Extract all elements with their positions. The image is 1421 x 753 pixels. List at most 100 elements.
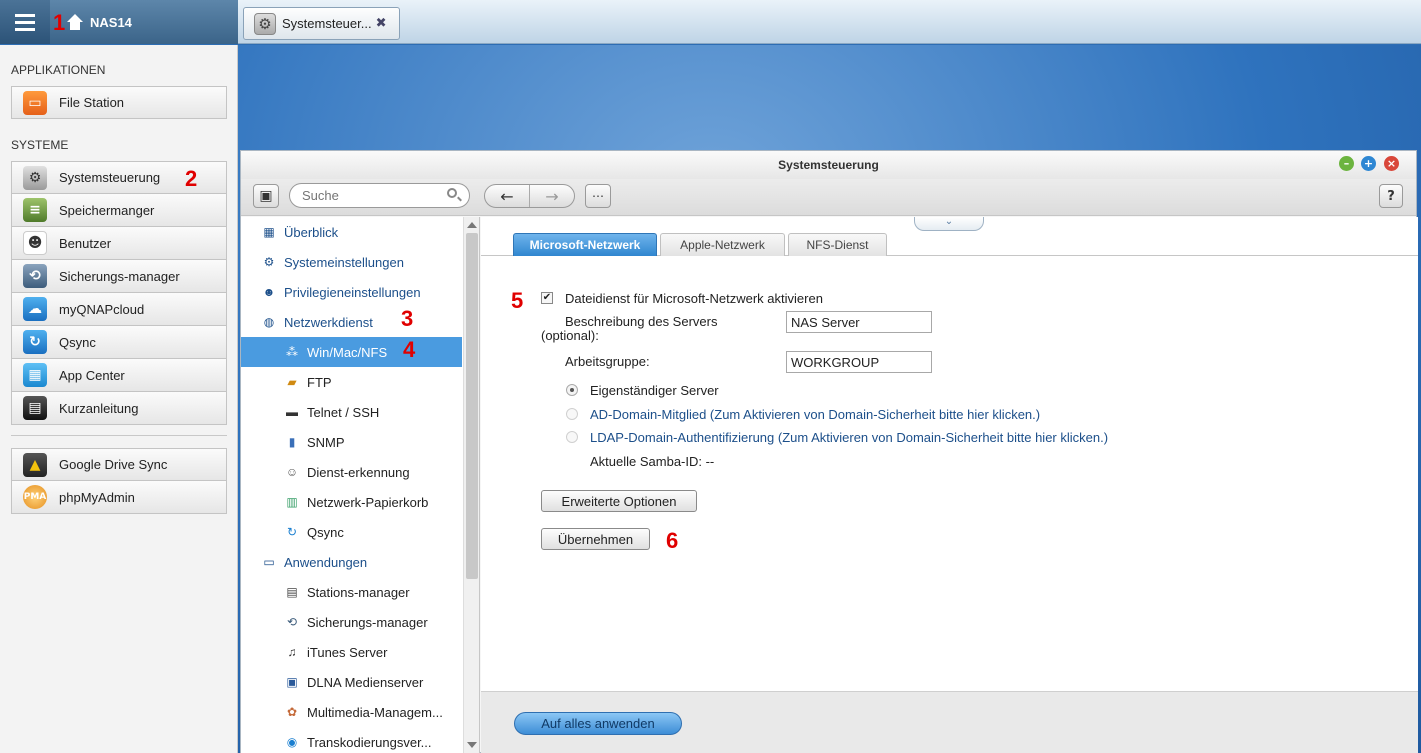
- window-toolbar: ▣ ← → ⋯ ?: [241, 179, 1416, 216]
- tree-item-label: Privilegieneinstellungen: [284, 284, 421, 300]
- tree-item-dienst-erkennung[interactable]: ☺ Dienst-erkennung: [241, 457, 462, 487]
- app-label: App Center: [59, 367, 125, 383]
- tree-item-itunes-server[interactable]: ♫ iTunes Server: [241, 637, 462, 667]
- app-button-app-center[interactable]: ▦ App Center: [11, 359, 227, 392]
- app-label: Systemsteuerung: [59, 170, 161, 185]
- robot-icon: ☺: [285, 465, 299, 479]
- apps-icon: ▭: [263, 555, 275, 569]
- tree-item-netzwerkdienst[interactable]: ◍ Netzwerkdienst: [241, 307, 462, 337]
- tab-apple-netzwerk[interactable]: Apple-Netzwerk: [660, 233, 785, 256]
- tab-bar: Microsoft-Netzwerk Apple-Netzwerk NFS-Di…: [481, 233, 1418, 256]
- section-title-systems: SYSTEME: [11, 138, 69, 152]
- chart-icon: ▮: [288, 435, 296, 449]
- tree-item-ftp[interactable]: ▰ FTP: [241, 367, 462, 397]
- station-icon: ▤: [286, 585, 298, 599]
- app-button-phpmyadmin[interactable]: PMA phpMyAdmin: [11, 481, 227, 514]
- back-arrow-icon[interactable]: ←: [485, 185, 529, 207]
- tree-item-label: Überblick: [284, 224, 339, 240]
- apps-grid-icon[interactable]: ⋯: [585, 184, 611, 208]
- scroll-thumb[interactable]: [466, 233, 478, 579]
- forward-arrow-icon[interactable]: →: [529, 185, 574, 207]
- tree-item-telnet-ssh[interactable]: ▬ Telnet / SSH: [241, 397, 462, 427]
- tree-item-label: Netzwerk-Papierkorb: [307, 494, 429, 510]
- app-label: Benutzer: [59, 235, 112, 251]
- main-menu-button[interactable]: [0, 0, 50, 44]
- sidebar-toggle-icon[interactable]: ▣: [253, 184, 279, 208]
- home-area[interactable]: NAS14: [50, 0, 238, 44]
- maximize-icon[interactable]: +: [1361, 156, 1376, 171]
- ad-domain-link[interactable]: AD-Domain-Mitglied (Zum Aktivieren von D…: [590, 407, 1040, 422]
- tree-item-label: Netzwerkdienst: [284, 314, 373, 330]
- tree-item-win-mac-nfs[interactable]: ⁂ Win/Mac/NFS: [241, 337, 462, 367]
- app-label: Sicherungs-manager: [59, 268, 180, 284]
- search-icon[interactable]: [447, 188, 457, 198]
- minimize-icon[interactable]: –: [1339, 156, 1354, 171]
- drive-icon: ▲: [23, 452, 47, 477]
- tree-item-label: Win/Mac/NFS: [307, 344, 388, 360]
- home-icon[interactable]: [66, 14, 84, 30]
- radio-standalone-server[interactable]: [566, 384, 578, 396]
- chevron-down-icon[interactable]: ⌄: [914, 217, 984, 231]
- tree-item-sicherungs-manager[interactable]: ⟲ Sicherungs-manager: [241, 607, 462, 637]
- tree-item-snmp[interactable]: ▮ SNMP: [241, 427, 462, 457]
- app-button-benutzer[interactable]: ☻ Benutzer: [11, 227, 227, 260]
- tree-scrollbar[interactable]: [463, 217, 479, 753]
- tree-item-systemeinstellungen[interactable]: ⚙ Systemeinstellungen: [241, 247, 462, 277]
- apply-button[interactable]: Übernehmen: [541, 528, 650, 550]
- user-icon: ☻: [23, 231, 47, 255]
- section-title-apps: APPLIKATIONEN: [11, 63, 106, 77]
- app-button-google-drive-sync[interactable]: ▲ Google Drive Sync: [11, 448, 227, 481]
- tree-item-netzwerk-papierkorb[interactable]: ▥ Netzwerk-Papierkorb: [241, 487, 462, 517]
- tree-item-label: Anwendungen: [284, 554, 368, 570]
- app-button-myqnapcloud[interactable]: ☁ myQNAPcloud: [11, 293, 227, 326]
- tree-item-transkodierung[interactable]: ◉ Transkodierungsver...: [241, 727, 462, 753]
- scroll-down-icon[interactable]: [467, 742, 477, 748]
- taskbar-tab-systemsteuerung[interactable]: ⚙ Systemsteuer... ✖: [243, 7, 400, 40]
- scroll-up-icon[interactable]: [467, 222, 477, 228]
- tree-item-label: Systemeinstellungen: [284, 254, 404, 270]
- help-button[interactable]: ?: [1379, 184, 1403, 208]
- app-label: Qsync: [59, 334, 96, 350]
- ldap-domain-link[interactable]: LDAP-Domain-Authentifizierung (Zum Aktiv…: [590, 430, 1108, 445]
- folder-icon: ▭: [23, 90, 47, 115]
- tab-microsoft-netzwerk[interactable]: Microsoft-Netzwerk: [513, 233, 657, 256]
- tree-item-stations-manager[interactable]: ▤ Stations-manager: [241, 577, 462, 607]
- search-input[interactable]: [289, 183, 470, 208]
- workgroup-field[interactable]: [786, 351, 932, 373]
- radio-ad-domain[interactable]: [566, 408, 578, 420]
- app-button-kurzanleitung[interactable]: ▤ Kurzanleitung: [11, 392, 227, 425]
- tree-item-ueberblick[interactable]: ▦ Überblick: [241, 217, 462, 247]
- backup-icon: ⟲: [23, 264, 47, 288]
- tree-item-label: Dienst-erkennung: [307, 464, 410, 480]
- storage-icon: ≡: [23, 198, 47, 222]
- tree-item-qsync[interactable]: ↻ Qsync: [241, 517, 462, 547]
- globe-icon: ◍: [263, 315, 275, 329]
- network-icon: ⁂: [286, 345, 298, 359]
- tree-item-anwendungen[interactable]: ▭ Anwendungen: [241, 547, 462, 577]
- enable-smb-checkbox[interactable]: ✔: [541, 292, 553, 304]
- app-button-qsync[interactable]: ↻ Qsync: [11, 326, 227, 359]
- enable-smb-label: Dateidienst für Microsoft-Netzwerk aktiv…: [565, 291, 823, 306]
- tab-nfs-dienst[interactable]: NFS-Dienst: [788, 233, 887, 256]
- close-icon[interactable]: ×: [1384, 156, 1399, 171]
- app-button-speichermanger[interactable]: ≡ Speichermanger: [11, 194, 227, 227]
- apply-all-button[interactable]: Auf alles anwenden: [514, 712, 682, 735]
- window-footer: Auf alles anwenden: [481, 691, 1418, 753]
- terminal-icon: ▬: [286, 405, 298, 419]
- app-label: phpMyAdmin: [59, 489, 135, 505]
- tree-item-privilegieneinstellungen[interactable]: ☻ Privilegieneinstellungen: [241, 277, 462, 307]
- grid-icon: ▦: [23, 363, 47, 387]
- control-panel-window: Systemsteuerung – + × ▣ ← → ⋯ ? ▦ Überbli…: [240, 150, 1418, 753]
- server-description-field[interactable]: [786, 311, 932, 333]
- close-icon[interactable]: ✖: [376, 16, 387, 31]
- guide-icon: ▤: [23, 396, 47, 420]
- app-button-sicherungs-manager[interactable]: ⟲ Sicherungs-manager: [11, 260, 227, 293]
- tree-item-label: FTP: [307, 374, 332, 390]
- annotation-marker: 2: [185, 166, 198, 191]
- app-button-file-station[interactable]: ▭ File Station: [11, 86, 227, 119]
- ftp-icon: ▰: [287, 375, 297, 389]
- radio-ldap-domain[interactable]: [566, 431, 578, 443]
- tree-item-multimedia-management[interactable]: ✿ Multimedia-Managem...: [241, 697, 462, 727]
- tree-item-dlna-medienserver[interactable]: ▣ DLNA Medienserver: [241, 667, 462, 697]
- advanced-options-button[interactable]: Erweiterte Optionen: [541, 490, 697, 512]
